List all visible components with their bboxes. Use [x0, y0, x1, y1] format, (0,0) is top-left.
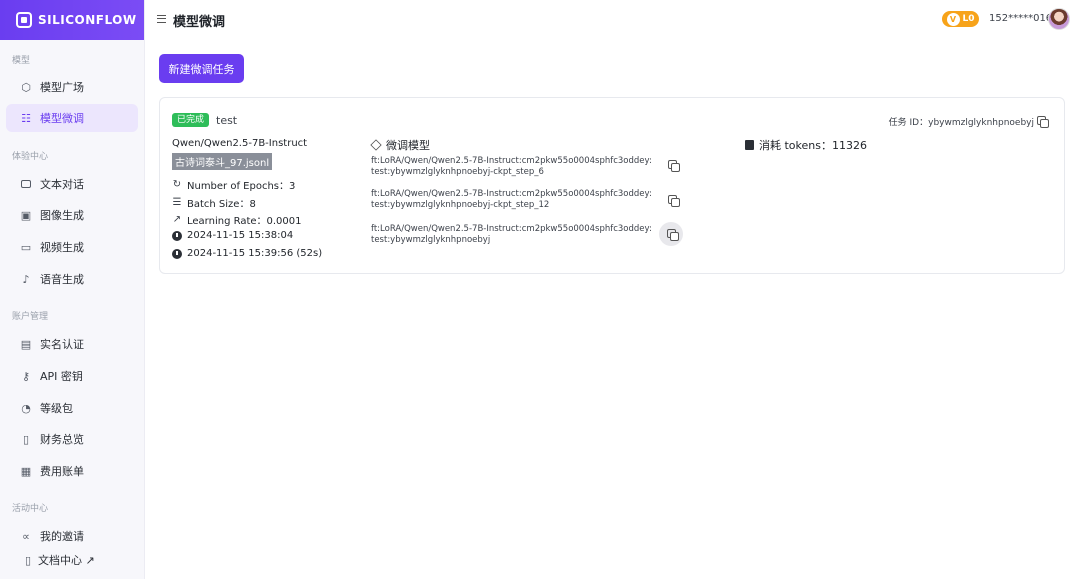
- key-icon: ⚷: [21, 369, 31, 383]
- copy-checkpoint-icon[interactable]: [668, 195, 680, 207]
- status-badge: 已完成: [172, 113, 210, 127]
- cube-icon: ⬡: [21, 80, 31, 94]
- sidebar-item-label: 等级包: [40, 402, 73, 415]
- wallet-icon: ▯: [22, 432, 30, 446]
- sidebar-item-label: 模型微调: [40, 112, 84, 125]
- finished-text: 2024-11-15 15:39:56 (52s): [187, 248, 323, 259]
- sidebar-item-level-package[interactable]: ◔ 等级包: [6, 394, 138, 422]
- cube-icon: [370, 139, 382, 151]
- token-icon: [745, 140, 754, 150]
- sidebar-item-audio-gen[interactable]: ♪ 语音生成: [6, 265, 138, 293]
- sidebar-item-video-gen[interactable]: ▭ 视频生成: [6, 233, 138, 261]
- sidebar-item-billing[interactable]: ▦ 费用账单: [6, 457, 138, 485]
- sidebar-item-label: 语音生成: [40, 273, 84, 286]
- finetuned-models-label: 微调模型: [386, 139, 430, 152]
- copy-checkpoint-icon[interactable]: [668, 160, 680, 172]
- clock-check-icon: [172, 248, 182, 259]
- group-label-account: 账户管理: [12, 312, 49, 322]
- checkpoint-item: ft:LoRA/Qwen/Qwen2.5-7B-Instruct:cm2pkw5…: [371, 156, 652, 178]
- checkpoint-line2: test:ybywmzlglyknhpnoebyj-ckpt_step_12: [371, 200, 550, 210]
- sidebar-item-label: 我的邀请: [40, 530, 84, 543]
- bill-icon: ▦: [20, 464, 32, 478]
- new-finetune-task-button[interactable]: 新建微调任务: [159, 54, 244, 83]
- list-icon: ☰: [172, 197, 182, 208]
- id-card-icon: ▤: [20, 337, 32, 351]
- dataset-name[interactable]: 古诗词泰斗_97.jsonl: [172, 153, 273, 170]
- level-v-icon: V: [946, 12, 960, 26]
- tune-icon: ☷: [21, 111, 31, 125]
- sidebar-item-model-finetune[interactable]: ☷ 模型微调: [6, 104, 138, 132]
- base-model-name: Qwen/Qwen2.5-7B-Instruct: [172, 138, 308, 149]
- avatar[interactable]: [1048, 8, 1070, 30]
- task-id: 任务 ID：ybywmzlglyknhpnoebyj: [888, 118, 1034, 128]
- microphone-icon: ♪: [22, 272, 30, 286]
- batch-text: Batch Size：8: [187, 199, 256, 210]
- task-card: 已完成 test 任务 ID：ybywmzlglyknhpnoebyj Qwen…: [159, 97, 1065, 274]
- share-icon: ∝: [22, 529, 30, 543]
- brand-name: SILICONFLOW: [38, 13, 137, 27]
- trend-icon: ↗: [172, 214, 182, 225]
- copy-checkpoint-icon[interactable]: [667, 229, 679, 241]
- user-phone[interactable]: 152*****016: [989, 13, 1052, 24]
- sidebar-item-verification[interactable]: ▤ 实名认证: [6, 330, 138, 358]
- sidebar-item-label: 费用账单: [40, 465, 84, 478]
- sidebar-item-finance[interactable]: ▯ 财务总览: [6, 425, 138, 453]
- created-text: 2024-11-15 15:38:04: [187, 230, 294, 241]
- finetuned-models-heading: 微调模型: [370, 137, 430, 153]
- clock-icon: [172, 230, 182, 241]
- tokens-text: 消耗 tokens：11326: [759, 139, 867, 152]
- document-icon: ▯: [24, 553, 32, 567]
- sidebar-item-image-gen[interactable]: ▣ 图像生成: [6, 201, 138, 229]
- brand-logo[interactable]: SILICONFLOW: [0, 0, 144, 40]
- tokens-consumed: 消耗 tokens：11326: [745, 137, 867, 153]
- sidebar-item-invitations[interactable]: ∝ 我的邀请: [6, 522, 138, 550]
- param-learning-rate: ↗ Learning Rate：0.0001: [172, 212, 302, 227]
- finished-time: 2024-11-15 15:39:56 (52s): [172, 248, 322, 259]
- level-badge[interactable]: V L0: [942, 11, 979, 27]
- checkpoint-item: ft:LoRA/Qwen/Qwen2.5-7B-Instruct:cm2pkw5…: [371, 189, 652, 211]
- sidebar-item-label: 模型广场: [40, 81, 84, 94]
- checkpoint-line2: test:ybywmzlglyknhpnoebyj-ckpt_step_6: [371, 167, 544, 177]
- sidebar-item-label: 图像生成: [40, 209, 84, 222]
- image-icon: ▣: [20, 208, 32, 222]
- menu-toggle-icon[interactable]: [157, 15, 166, 23]
- checkpoint-item: ft:LoRA/Qwen/Qwen2.5-7B-Instruct:cm2pkw5…: [371, 224, 652, 246]
- sidebar-item-api-keys[interactable]: ⚷ API 密钥: [6, 362, 138, 390]
- siliconflow-logo-icon: [16, 12, 32, 28]
- sidebar-item-label: 财务总览: [40, 433, 84, 446]
- param-batch: ☰ Batch Size：8: [172, 195, 256, 210]
- sidebar-item-label: 文本对话: [40, 178, 84, 191]
- epochs-text: Number of Epochs：3: [187, 181, 296, 192]
- lr-text: Learning Rate：0.0001: [187, 216, 302, 227]
- checkpoint-line1: ft:LoRA/Qwen/Qwen2.5-7B-Instruct:cm2pkw5…: [371, 189, 652, 199]
- video-icon: ▭: [20, 240, 32, 254]
- sidebar-item-model-square[interactable]: ⬡ 模型广场: [6, 73, 138, 101]
- sidebar-item-text-chat[interactable]: 文本对话: [6, 170, 138, 198]
- task-name: test: [216, 114, 238, 127]
- created-time: 2024-11-15 15:38:04: [172, 230, 293, 241]
- docs-center-link[interactable]: ▯ 文档中心 ↗: [22, 552, 95, 568]
- copy-task-id-icon[interactable]: [1037, 116, 1049, 128]
- checkpoint-line1: ft:LoRA/Qwen/Qwen2.5-7B-Instruct:cm2pkw5…: [371, 224, 652, 234]
- chat-icon: [20, 178, 32, 190]
- sidebar-item-label: API 密钥: [40, 370, 83, 383]
- group-label-activity: 活动中心: [12, 504, 49, 514]
- refresh-icon: ↻: [172, 179, 182, 190]
- page-title: 模型微调: [173, 15, 226, 30]
- group-label-models: 模型: [12, 56, 31, 66]
- sidebar: SILICONFLOW 模型 ⬡ 模型广场 ☷ 模型微调 体验中心 文本对话 ▣…: [0, 0, 145, 579]
- checkpoint-line1: ft:LoRA/Qwen/Qwen2.5-7B-Instruct:cm2pkw5…: [371, 156, 652, 166]
- sidebar-item-label: 视频生成: [40, 241, 84, 254]
- param-epochs: ↻ Number of Epochs：3: [172, 177, 296, 192]
- docs-center-label: 文档中心 ↗: [38, 554, 95, 567]
- checkpoint-line2: test:ybywmzlglyknhpnoebyj: [371, 235, 491, 245]
- sidebar-item-label: 实名认证: [40, 338, 84, 351]
- top-header: 模型微调 V L0 152*****016: [145, 0, 1079, 40]
- group-label-experience: 体验中心: [12, 152, 49, 162]
- level-label: L0: [962, 14, 975, 24]
- gauge-icon: ◔: [21, 401, 31, 415]
